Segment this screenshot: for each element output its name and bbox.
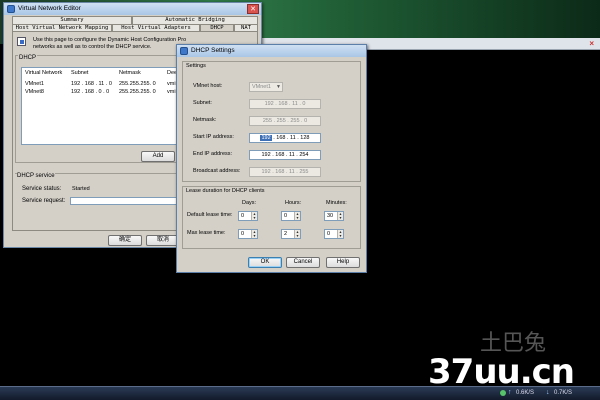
column-netmask[interactable]: Netmask [119, 70, 141, 76]
dhcp-settings-dialog: DHCP Settings Settings VMnet host: VMnet… [176, 44, 367, 273]
vne-title: Virtual Network Editor [18, 5, 81, 12]
cancel-button[interactable]: Cancel [286, 257, 320, 268]
settings-group-label: Settings [186, 63, 206, 69]
row-netmask: 255.255.255. 0 [119, 81, 156, 87]
tray-upload-rate: 0.6K/S [516, 390, 535, 396]
spin-arrows-icon[interactable]: ▲ ▼ [337, 230, 343, 238]
lease-duration-group: Lease duration for DHCP clients Days: Ho… [182, 186, 361, 249]
service-request-label: Service request: [22, 198, 66, 204]
start-ip-selected-octet: 192 [260, 135, 272, 141]
hours-header: Hours: [285, 200, 302, 206]
row-network: VMnet1 [25, 81, 44, 87]
end-ip-label: End IP address: [193, 151, 233, 157]
max-minutes-stepper[interactable]: 0 ▲ ▼ [324, 229, 344, 239]
info-icon [17, 37, 26, 46]
end-ip-field[interactable]: 192 . 168 . 11 . 254 [249, 150, 321, 160]
row-subnet: 192 . 168 . 11 . 0 [71, 81, 112, 87]
max-days-stepper[interactable]: 0 ▲ ▼ [238, 229, 258, 239]
minutes-header: Minutes: [326, 200, 347, 206]
add-button[interactable]: Add [141, 151, 175, 162]
vne-titlebar[interactable]: Virtual Network Editor ✕ [4, 3, 261, 15]
default-minutes-value: 30 [327, 213, 334, 219]
max-minutes-value: 0 [327, 231, 331, 237]
app-icon [7, 5, 15, 13]
max-lease-label: Max lease time: [187, 230, 226, 236]
default-days-stepper[interactable]: 0 ▲ ▼ [238, 211, 258, 221]
row-extra: vmi [167, 81, 176, 87]
subnet-field: 192 . 168 . 11 . 0 [249, 99, 321, 109]
ok-button[interactable]: OK [248, 257, 282, 268]
broadcast-field: 192 . 168 . 11 . 255 [249, 167, 321, 177]
start-ip-label: Start IP address: [193, 134, 234, 140]
max-hours-value: 2 [284, 231, 288, 237]
close-icon[interactable]: ✕ [247, 4, 259, 14]
spin-arrows-icon[interactable]: ▲ ▼ [251, 230, 257, 238]
tab-automatic-bridging[interactable]: Automatic Bridging [132, 16, 258, 24]
ok-button[interactable]: 确定 [108, 235, 142, 246]
default-hours-value: 0 [284, 213, 288, 219]
vmnet-host-select: VMnet1 ▼ [249, 82, 283, 92]
row-extra: vmi [167, 89, 176, 95]
upload-arrow-icon: ↑ [508, 389, 512, 396]
default-minutes-stepper[interactable]: 30 ▲ ▼ [324, 211, 344, 221]
dhcp-service-label: DHCP service [17, 173, 55, 179]
vmnet-host-value: VMnet1 [252, 84, 271, 90]
default-lease-label: Default lease time: [187, 212, 233, 218]
max-hours-stepper[interactable]: 2 ▲ ▼ [281, 229, 301, 239]
spin-arrows-icon[interactable]: ▲ ▼ [294, 212, 300, 220]
dhcp-title: DHCP Settings [191, 47, 235, 54]
dhcp-group-label: DHCP [18, 55, 38, 61]
spin-arrows-icon[interactable]: ▲ ▼ [294, 230, 300, 238]
description-line-1: Use this page to configure the Dynamic H… [33, 37, 187, 43]
host-close-icon[interactable]: × [589, 39, 594, 48]
service-status-label: Service status: [22, 186, 62, 192]
days-header: Days: [242, 200, 257, 206]
column-virtual-network[interactable]: Virtual Network [25, 70, 62, 76]
vmnet-host-label: VMnet host: [193, 83, 223, 89]
broadcast-label: Broadcast address: [193, 168, 241, 174]
chevron-down-icon: ▼ [276, 84, 281, 90]
row-subnet: 192 . 168 . 0 . 0 [71, 89, 110, 95]
taskbar: ↑ 0.6K/S ↓ 0.7K/S [0, 386, 600, 400]
download-arrow-icon: ↓ [546, 389, 550, 396]
netmask-field: 255 . 255 . 255 . 0 [249, 116, 321, 126]
spin-arrows-icon[interactable]: ▲ ▼ [337, 212, 343, 220]
subnet-label: Subnet: [193, 100, 212, 106]
tab-summary[interactable]: Summary [12, 16, 132, 24]
max-days-value: 0 [241, 231, 245, 237]
dhcp-titlebar[interactable]: DHCP Settings [177, 45, 366, 57]
service-request-field[interactable] [70, 197, 180, 205]
row-network: VMnet8 [25, 89, 44, 95]
tray-download-rate: 0.7K/S [554, 390, 573, 396]
app-icon [180, 47, 188, 55]
start-ip-field[interactable]: 192 . 168 . 11 . 128 [249, 133, 321, 143]
lease-group-label: Lease duration for DHCP clients [186, 188, 265, 194]
description-line-2: networks as well as to control the DHCP … [33, 44, 152, 50]
help-button[interactable]: Help [326, 257, 360, 268]
tray-network-icon[interactable] [500, 390, 506, 396]
column-subnet[interactable]: Subnet [71, 70, 88, 76]
service-status-value: Started [72, 186, 90, 192]
spin-arrows-icon[interactable]: ▲ ▼ [251, 212, 257, 220]
default-days-value: 0 [241, 213, 245, 219]
start-ip-rest: . 168 . 11 . 128 [271, 135, 310, 141]
default-hours-stepper[interactable]: 0 ▲ ▼ [281, 211, 301, 221]
netmask-label: Netmask: [193, 117, 217, 123]
settings-group: Settings VMnet host: VMnet1 ▼ Subnet: 19… [182, 61, 361, 182]
cancel-button[interactable]: 取消 [146, 235, 180, 246]
row-netmask: 255.255.255. 0 [119, 89, 156, 95]
